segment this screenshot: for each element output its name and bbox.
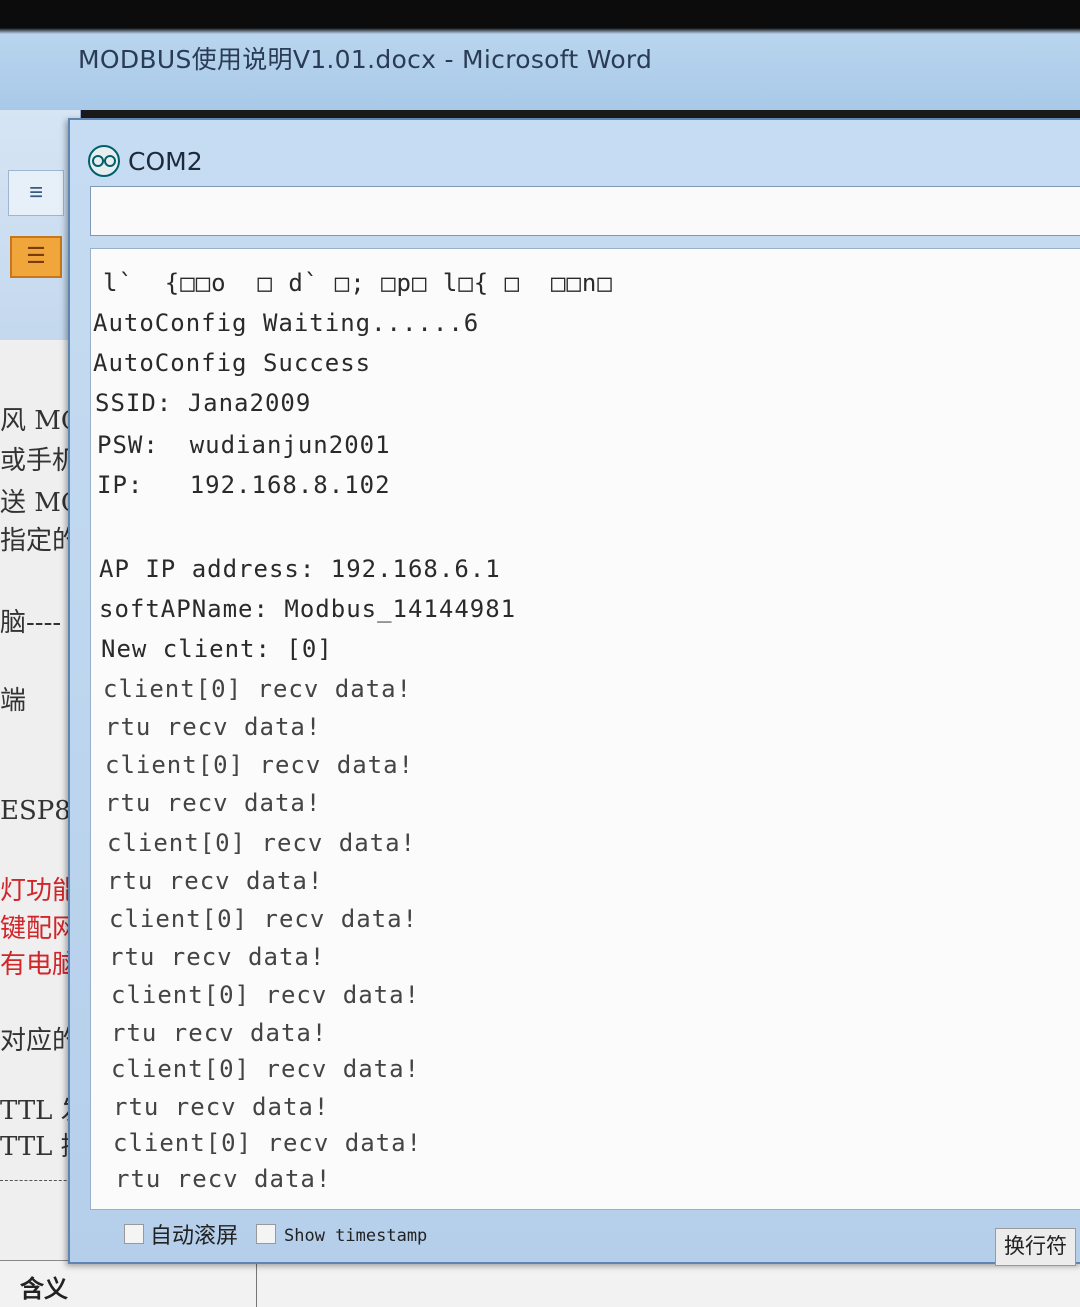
doc-text-fragment: 脑---- (0, 608, 62, 638)
doc-text-fragment: 键配网 (0, 914, 79, 944)
serial-monitor-footer: 自动滚屏 Show timestamp 换行符 (90, 1212, 1080, 1266)
table-divider (256, 1261, 257, 1307)
serial-output-area[interactable]: l` {□□o □ d` □; □p□ l□{ □ □□n□ AutoConfig… (90, 248, 1080, 1210)
serial-output-line: rtu recv data! (107, 867, 324, 895)
serial-monitor-title-bar[interactable]: COM2 (88, 144, 203, 178)
serial-output-line: client[0] recv data! (109, 905, 418, 933)
serial-output-line: client[0] recv data! (111, 981, 420, 1009)
serial-output-line: New client: [0] (101, 635, 333, 663)
doc-text-fragment: 对应的 (0, 1026, 79, 1056)
serial-output-line: PSW: wudianjun2001 (97, 431, 391, 459)
serial-output-line: softAPName: Modbus_14144981 (99, 595, 517, 623)
serial-output-line: AutoConfig Success (93, 349, 372, 377)
serial-output-line: AP IP address: 192.168.6.1 (99, 555, 501, 583)
serial-output-line: rtu recv data! (105, 789, 322, 817)
word-table-header-row: 含义 (0, 1260, 1080, 1307)
serial-output-line: rtu recv data! (111, 1019, 328, 1047)
word-window-title: MODBUS使用说明V1.01.docx - Microsoft Word (78, 45, 653, 74)
serial-output-line: rtu recv data! (115, 1165, 332, 1193)
serial-port-title: COM2 (128, 146, 203, 176)
doc-text-fragment: 或手机 (0, 446, 79, 476)
doc-text-fragment: 灯功能 (0, 876, 79, 906)
word-title-bar: MODBUS使用说明V1.01.docx - Microsoft Word (0, 0, 1080, 110)
doc-text-fragment: 端 (0, 686, 27, 716)
paragraph-format-icon[interactable]: ≡ (8, 170, 64, 216)
highlight-icon[interactable]: ☰ (10, 236, 62, 278)
serial-output-line: client[0] recv data! (111, 1055, 420, 1083)
doc-text-fragment: 指定的 (0, 526, 79, 556)
table-header-meaning: 含义 (20, 1275, 68, 1303)
serial-output-line: rtu recv data! (105, 713, 322, 741)
show-timestamp-checkbox[interactable] (256, 1224, 276, 1244)
serial-output-line: SSID: Jana2009 (95, 389, 312, 417)
serial-output-line: rtu recv data! (109, 943, 326, 971)
serial-output-line: rtu recv data! (113, 1093, 330, 1121)
serial-monitor-window: COM2 l` {□□o □ d` □; □p□ l□{ □ □□n□ AutoC… (68, 118, 1080, 1266)
autoscroll-checkbox[interactable] (124, 1224, 144, 1244)
doc-text-fragment: 有电脑 (0, 950, 79, 980)
serial-output-line: IP: 192.168.8.102 (97, 471, 391, 499)
line-ending-select[interactable]: 换行符 (995, 1228, 1076, 1266)
serial-output-line: client[0] recv data! (113, 1129, 422, 1157)
serial-send-input[interactable] (90, 186, 1080, 236)
serial-output-line: client[0] recv data! (107, 829, 416, 857)
serial-output-line: l` {□□o □ d` □; □p□ l□{ □ □□n□ (103, 269, 613, 297)
show-timestamp-label: Show timestamp (284, 1226, 428, 1246)
arduino-icon (88, 145, 120, 177)
autoscroll-label: 自动滚屏 (150, 1223, 239, 1248)
serial-output-line: AutoConfig Waiting......6 (93, 309, 480, 337)
serial-output-line: client[0] recv data! (105, 751, 414, 779)
serial-output-line: client[0] recv data! (103, 675, 412, 703)
